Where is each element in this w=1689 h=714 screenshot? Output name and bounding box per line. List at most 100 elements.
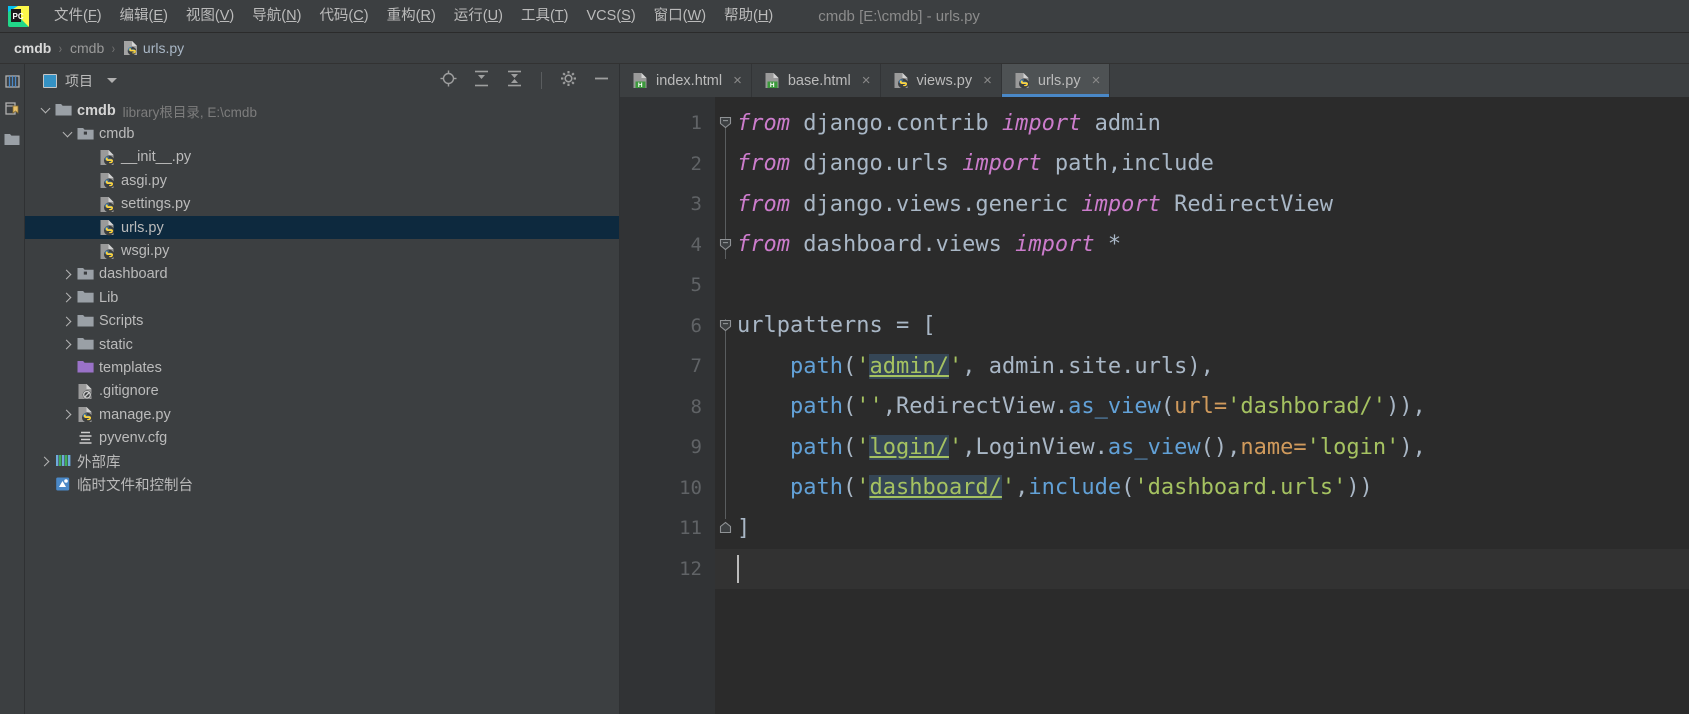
tree-item-Scripts[interactable]: Scripts (25, 310, 619, 333)
tree-item-Lib[interactable]: Lib (25, 286, 619, 309)
code-line-11[interactable]: ] (715, 508, 1689, 549)
chevron-right-icon[interactable] (61, 268, 74, 281)
editor-tab-index.html[interactable]: Hindex.html × (620, 64, 752, 97)
menu-item-文件[interactable]: 文件(F) (45, 4, 111, 28)
chevron-right-icon[interactable] (39, 455, 52, 468)
expand-all-icon[interactable] (473, 70, 490, 92)
code-token: 'dashborad/' (1227, 394, 1387, 420)
menu-item-VCS[interactable]: VCS(S) (578, 4, 645, 28)
code-line-12[interactable] (715, 548, 1689, 589)
menu-item-工具[interactable]: 工具(T) (512, 4, 578, 28)
config-file-icon (77, 430, 94, 447)
chevron-down-icon[interactable] (61, 128, 74, 141)
tree-item-.gitignore[interactable]: .gitignore (25, 380, 619, 403)
code-token: path (789, 353, 843, 379)
code-token: 'dashboard.urls' (1134, 475, 1347, 501)
gear-icon[interactable] (560, 70, 577, 92)
editor-tab-label: views.py (916, 72, 973, 89)
code-line-2[interactable]: from django.urls import path,include (715, 144, 1689, 185)
collapse-all-icon[interactable] (506, 70, 523, 92)
menu-item-窗口[interactable]: 窗口(W) (645, 4, 715, 28)
tree-item-settings.py[interactable]: settings.py (25, 193, 619, 216)
chevron-right-icon[interactable] (61, 315, 74, 328)
breadcrumb: cmdb › cmdb › urls.py (0, 33, 1689, 64)
close-icon[interactable]: × (733, 73, 742, 88)
tree-item-label: manage.py (99, 406, 171, 423)
tree-item-asgi.py[interactable]: asgi.py (25, 169, 619, 192)
chevron-right-icon[interactable] (61, 338, 74, 351)
line-number: 7 (690, 355, 702, 378)
breadcrumb-item-2[interactable]: urls.py (143, 40, 184, 56)
line-number: 9 (690, 436, 702, 459)
code-line-5[interactable] (715, 265, 1689, 306)
code-line-8[interactable]: path('' ,RedirectView. as_view(url='dashbo… (715, 387, 1689, 428)
editor-tab-base.html[interactable]: Hbase.html × (752, 64, 881, 97)
code-token: ( (842, 434, 857, 460)
line-number: 1 (690, 112, 702, 135)
tree-item-pyvenv.cfg[interactable]: pyvenv.cfg (25, 426, 619, 449)
chevron-right-icon[interactable] (61, 291, 74, 304)
tree-item-label: Scripts (99, 313, 144, 330)
menu-item-导航[interactable]: 导航(N) (243, 4, 310, 28)
chevron-down-icon[interactable] (107, 78, 117, 83)
menu-item-重构[interactable]: 重构(R) (378, 4, 445, 28)
tree-item-dashboard[interactable]: dashboard (25, 263, 619, 286)
code-token: path (789, 434, 843, 460)
chevron-down-icon[interactable] (39, 104, 52, 117)
chevron-right-icon[interactable] (61, 408, 74, 421)
tree-item-外部库[interactable]: 外部库 (25, 450, 619, 473)
bookmarks-icon[interactable] (4, 101, 20, 121)
line-number: 11 (679, 517, 702, 540)
tree-item-cmdb[interactable]: cmdb (25, 122, 619, 145)
python-file-icon (99, 243, 116, 260)
locate-icon[interactable] (440, 70, 457, 92)
code-text[interactable]: from django.contrib import admin from dja… (715, 97, 1689, 714)
code-token: django.views.generic (803, 191, 1082, 217)
code-line-1[interactable]: from django.contrib import admin (715, 103, 1689, 144)
minimize-icon[interactable] (593, 70, 610, 92)
code-token: ,RedirectView. (882, 394, 1069, 420)
code-token: django.contrib (803, 110, 1002, 136)
close-icon[interactable]: × (1092, 73, 1101, 88)
code-line-9[interactable]: path(' login/' ,LoginView. as_view (), name= '… (715, 427, 1689, 468)
code-token: ' (1001, 475, 1016, 501)
code-line-4[interactable]: from dashboard.views import * (715, 225, 1689, 266)
tree-item-urls.py[interactable]: urls.py (25, 215, 619, 240)
tree-item-cmdb[interactable]: cmdb library根目录, E:\cmdb (25, 99, 619, 122)
menu-item-编辑[interactable]: 编辑(E) (111, 4, 177, 28)
code-area[interactable]: 1 2 3 4 5 6 7 8 9 10 11 12 from django.contrib impo… (620, 97, 1689, 714)
breadcrumb-item-0[interactable]: cmdb (14, 40, 51, 56)
tree-item-wsgi.py[interactable]: wsgi.py (25, 239, 619, 262)
menu-item-代码[interactable]: 代码(C) (310, 4, 377, 28)
code-line-7[interactable]: path(' admin/', admin.site.urls), (715, 346, 1689, 387)
tree-item-__init__.py[interactable]: __init__.py (25, 146, 619, 169)
menu-item-帮助[interactable]: 帮助(H) (715, 4, 782, 28)
menu-item-视图[interactable]: 视图(V) (177, 4, 243, 28)
close-icon[interactable]: × (983, 73, 992, 88)
line-number: 8 (690, 395, 702, 418)
code-token: ( (842, 475, 857, 501)
tree-item-manage.py[interactable]: manage.py (25, 403, 619, 426)
code-line-3[interactable]: from django.views.generic import Redirec… (715, 184, 1689, 225)
tree-item-临时文件和控制台[interactable]: 临时文件和控制台 (25, 473, 619, 496)
code-line-10[interactable]: path(' dashboard/', include('dashboard.url… (715, 468, 1689, 509)
code-token: ' (856, 475, 870, 501)
tree-item-templates[interactable]: templates (25, 356, 619, 379)
code-token: (), (1200, 434, 1241, 460)
structure-icon[interactable] (4, 74, 20, 94)
breadcrumb-separator: › (111, 40, 116, 56)
editor-tab-bar: Hindex.html × Hbase.html × views.py × urls.py × (620, 64, 1689, 97)
close-icon[interactable]: × (862, 73, 871, 88)
code-line-6[interactable]: urlpatterns = [ (715, 306, 1689, 347)
code-token: ' (856, 434, 870, 460)
tree-item-static[interactable]: static (25, 333, 619, 356)
editor-tab-views.py[interactable]: views.py × (881, 64, 1002, 97)
menu-item-运行[interactable]: 运行(U) (445, 4, 512, 28)
code-token: ' (948, 434, 963, 460)
code-token: )) (1346, 475, 1373, 501)
folder-icon[interactable] (4, 132, 20, 151)
editor-tab-urls.py[interactable]: urls.py × (1001, 64, 1111, 97)
breadcrumb-item-1[interactable]: cmdb (70, 40, 104, 56)
